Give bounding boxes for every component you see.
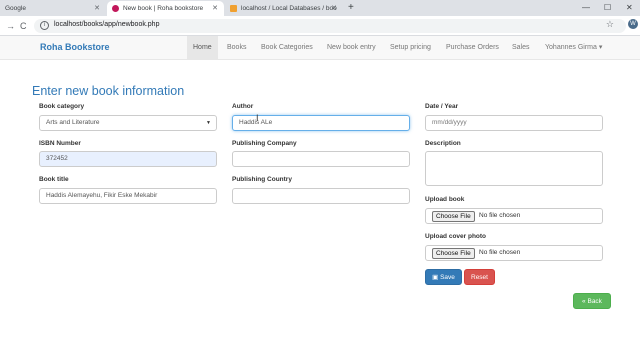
upload-book-input[interactable]: Choose File No file chosen [425,208,603,224]
nav-book-categories[interactable]: Book Categories [255,36,319,59]
publishing-country-input[interactable] [232,188,410,204]
new-tab-plus-icon[interactable]: + [348,1,354,15]
profile-avatar[interactable]: W [628,19,638,29]
upload-book-label: Upload book [425,196,465,203]
nav-new-book-entry[interactable]: New book entry [321,36,382,59]
description-label: Description [425,140,461,147]
nav-home[interactable]: Home [187,36,218,59]
date-placeholder: mm/dd/yyyy [432,119,467,126]
choose-file-button[interactable]: Choose File [432,211,475,222]
book-category-label: Book category [39,103,85,110]
author-label: Author [232,103,254,110]
save-button[interactable]: ▣ Save [425,269,462,285]
nav-sales[interactable]: Sales [506,36,536,59]
info-icon[interactable]: i [40,21,49,30]
maximize-icon[interactable]: ☐ [604,1,611,15]
nav-setup-pricing[interactable]: Setup pricing [384,36,437,59]
save-label: Save [440,274,455,281]
tab-title: New book | Roha bookstore [123,5,204,12]
date-year-input[interactable]: mm/dd/yyyy [425,115,603,131]
isbn-label: ISBN Number [39,140,81,147]
favicon-icon [112,5,119,12]
address-bar[interactable]: i localhost/books/app/newbook.php ☆ [34,19,626,33]
description-textarea[interactable] [425,151,603,186]
close-tab-icon[interactable]: ✕ [212,4,218,12]
save-icon: ▣ [432,274,439,281]
url-text: localhost/books/app/newbook.php [54,21,160,28]
tab-new-book[interactable]: New book | Roha bookstore ✕ [107,1,224,16]
close-window-icon[interactable]: ✕ [626,1,633,15]
back-chevron-icon: « [582,298,586,305]
publishing-country-label: Publishing Country [232,176,292,183]
tab-phpmyadmin[interactable]: localhost / Local Databases / boo ✕ [225,1,343,16]
upload-cover-input[interactable]: Choose File No file chosen [425,245,603,261]
book-title-input[interactable]: Haddis Alemayehu, Fikir Eske Mekabir [39,188,217,204]
dropdown-caret-icon: ▼ [206,120,211,126]
publishing-company-label: Publishing Company [232,140,297,147]
tab-google[interactable]: Google ✕ [0,1,106,16]
book-category-select[interactable]: Arts and Literature ▼ [39,115,217,131]
file-status-text: No file chosen [479,212,521,219]
book-title-label: Book title [39,176,69,183]
back-button[interactable]: « Back [573,293,611,309]
close-tab-icon[interactable]: ✕ [331,4,337,12]
file-status-text: No file chosen [479,249,521,256]
date-year-label: Date / Year [425,103,459,110]
app-navbar: Roha Bookstore Home Books Book Categorie… [0,36,640,60]
text-cursor-icon: I [256,113,259,123]
reset-button[interactable]: Reset [464,269,495,285]
nav-user-menu[interactable]: Yohannes Girma ▾ [539,36,608,59]
page-title: Enter new book information [32,84,185,98]
bookmark-star-icon[interactable]: ☆ [606,19,614,30]
book-category-value: Arts and Literature [46,119,100,126]
upload-cover-label: Upload cover photo [425,233,487,240]
tab-title: Google [5,5,26,12]
back-label: Back [587,298,602,305]
brand-link[interactable]: Roha Bookstore [40,42,110,52]
back-arrow-icon[interactable]: → [6,19,15,33]
author-input[interactable]: Haddis ALe [232,115,410,131]
browser-toolbar: → C i localhost/books/app/newbook.php ☆ … [0,16,640,36]
favicon-icon [230,5,237,12]
nav-books[interactable]: Books [221,36,252,59]
browser-tab-strip: Google ✕ New book | Roha bookstore ✕ loc… [0,0,640,16]
close-tab-icon[interactable]: ✕ [94,4,100,12]
publishing-company-input[interactable] [232,151,410,167]
nav-purchase-orders[interactable]: Purchase Orders [440,36,505,59]
reload-icon[interactable]: C [20,19,27,33]
choose-file-button[interactable]: Choose File [432,248,475,259]
minimize-icon[interactable]: — [582,1,590,15]
isbn-input[interactable]: 372452 [39,151,217,167]
tab-title: localhost / Local Databases / boo [241,5,337,12]
